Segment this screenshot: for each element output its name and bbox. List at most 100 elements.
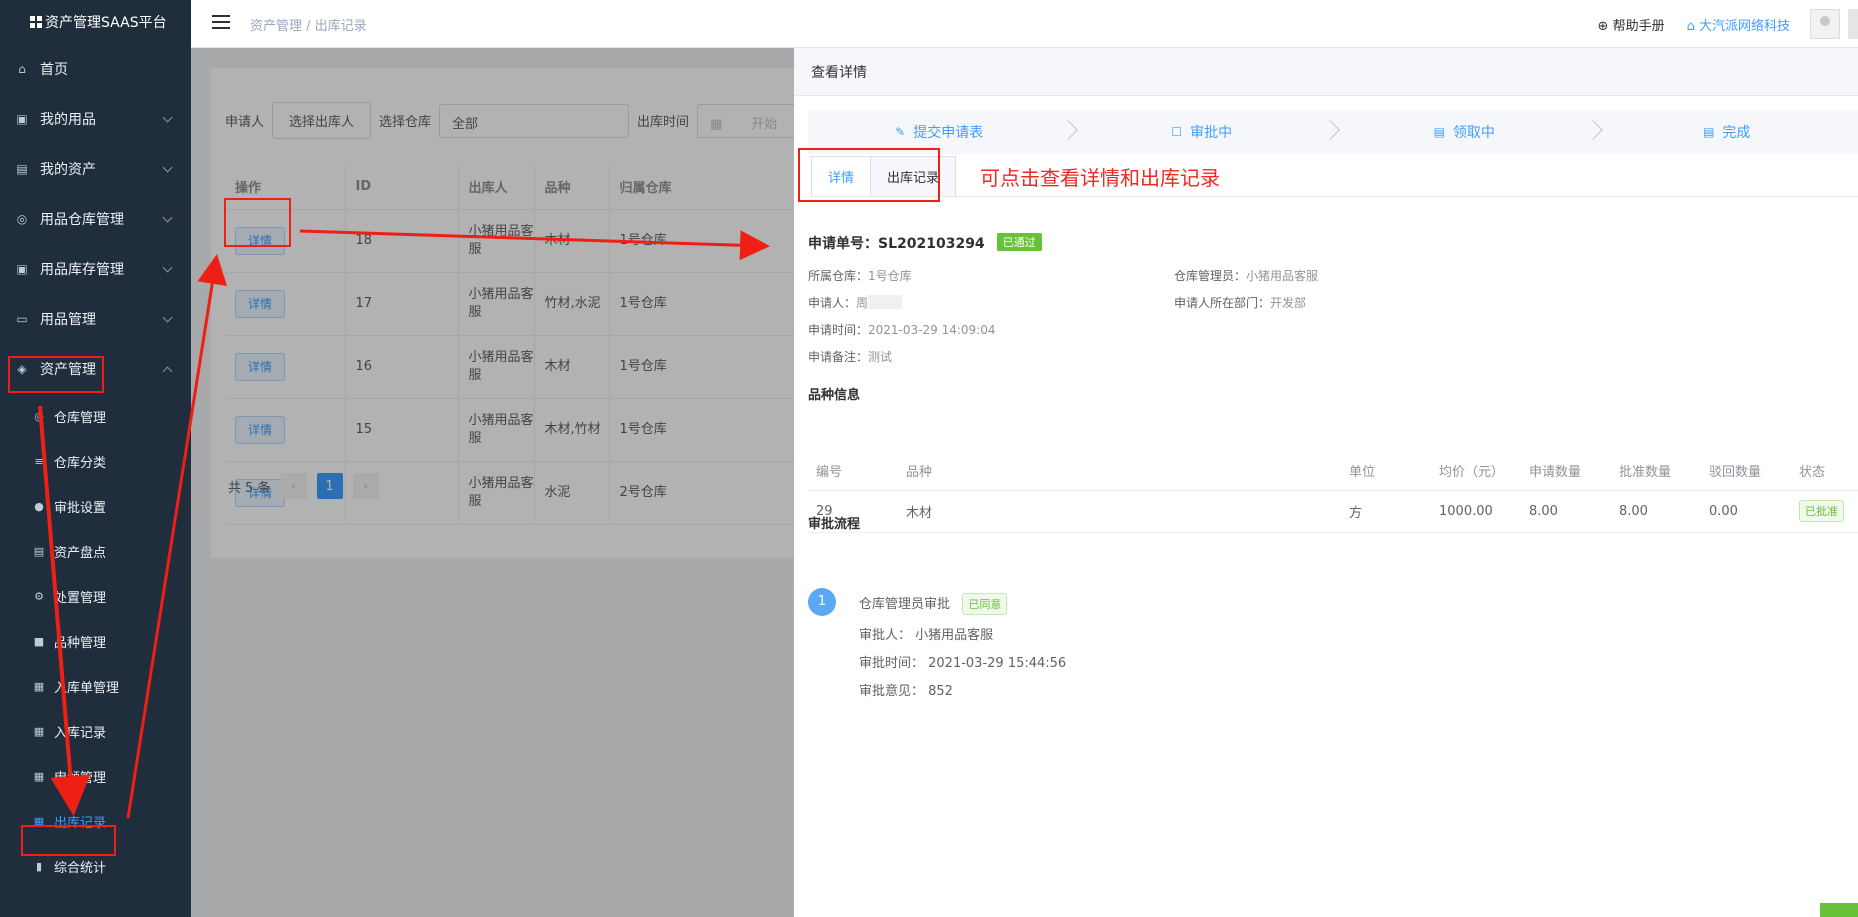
- company-label: 大汽派网络科技: [1698, 18, 1790, 34]
- cell-unit: 方: [1341, 490, 1431, 533]
- sidebar-item-label: 入库单管理: [54, 681, 120, 696]
- lock-icon: ■: [33, 635, 45, 648]
- field-dept: 申请人所在部门：开发部: [1174, 294, 1306, 311]
- flow-step-number: 1: [808, 588, 836, 616]
- flow-section-title: 审批流程: [808, 517, 861, 532]
- kind-section-title: 品种信息: [808, 388, 861, 403]
- box-icon: ▭: [16, 312, 28, 326]
- sidebar-item-label: 首页: [40, 62, 68, 78]
- step-done: ▤ 完成: [1596, 110, 1858, 154]
- bar-chart-icon: ▮: [35, 860, 43, 873]
- sidebar-item-label: 品种管理: [54, 636, 107, 651]
- field-label: 所属仓库：: [808, 269, 869, 283]
- field-manager: 仓库管理员：小猪用品客服: [1174, 267, 1318, 284]
- flow-approver: 审批人： 小猪用品客服: [859, 628, 994, 643]
- user-menu[interactable]: [1848, 9, 1858, 39]
- sidebar-subitem-warehouse[interactable]: ◎ 仓库管理: [0, 394, 191, 439]
- sidebar-subitem-claim[interactable]: ▦ 申领管理: [0, 754, 191, 799]
- column-header: 单位: [1341, 452, 1431, 491]
- avatar[interactable]: [1810, 9, 1840, 39]
- field-value: 小猪用品客服: [1246, 269, 1319, 283]
- page: 资产管理SAAS平台 ⌂ 首页 ▣ 我的用品 ▤ 我的资产 ◎ 用品仓库管理 ▣ 用品库存…: [0, 0, 1858, 917]
- annotation-box-asset-menu: [8, 356, 104, 393]
- building-icon: ▤: [16, 162, 28, 176]
- cell-price: 1000.00: [1431, 490, 1521, 533]
- sidebar-item-my-assets[interactable]: ▤ 我的资产: [0, 144, 191, 194]
- sidebar-subitem-disposal[interactable]: ⚙ 处置管理: [0, 574, 191, 619]
- database-icon: ◎: [16, 212, 28, 226]
- flow-name: 仓库管理员审批: [859, 597, 951, 612]
- order-value: SL202103294: [878, 236, 985, 252]
- order-label: 申请单号：: [808, 236, 878, 252]
- field-label: 申请时间：: [808, 323, 869, 337]
- gear-icon: ⚙: [34, 590, 44, 603]
- modal-overlay[interactable]: [191, 48, 794, 917]
- sidebar-item-label: 仓库分类: [54, 456, 107, 471]
- clipboard-icon: ▦: [33, 770, 45, 783]
- sidebar-subitem-inventory-check[interactable]: ▤ 资产盘点: [0, 529, 191, 574]
- sidebar-item-label: 我的资产: [40, 162, 96, 178]
- flow-time: 审批时间： 2021-03-29 15:44:56: [859, 656, 1067, 671]
- sidebar-item-my-supplies[interactable]: ▣ 我的用品: [0, 94, 191, 144]
- drawer-title: 查看详情: [794, 48, 1858, 96]
- sidebar-item-label: 入库记录: [54, 726, 107, 741]
- grid-icon: [30, 16, 42, 28]
- field-value: 开发部: [1270, 296, 1307, 310]
- cell-kind: 木材: [898, 490, 1341, 533]
- sidebar-item-label: 用品库存管理: [40, 262, 124, 278]
- sidebar-item-label: 申领管理: [54, 771, 107, 786]
- hamburger-icon[interactable]: [212, 15, 230, 29]
- bag-icon: ▣: [16, 262, 28, 276]
- step-label: 领取中: [1452, 125, 1495, 141]
- help-label: 帮助手册: [1612, 18, 1665, 34]
- step-approving: ☐ 审批中: [1071, 110, 1340, 154]
- column-header: 编号: [808, 452, 898, 491]
- app-logo[interactable]: 资产管理SAAS平台: [0, 0, 191, 44]
- clipboard-check-icon: ▦: [33, 680, 45, 693]
- company-link[interactable]: ⌂ 大汽派网络科技: [1687, 15, 1790, 34]
- cell-rejected: 0.00: [1701, 490, 1791, 533]
- field-label: 仓库管理员：: [1174, 269, 1247, 283]
- sidebar-item-label: 用品管理: [40, 312, 96, 328]
- order-number: 申请单号：SL202103294 已通过: [808, 233, 1042, 253]
- step-label: 提交申请表: [913, 125, 984, 141]
- flow-opinion: 审批意见： 852: [859, 684, 953, 699]
- cell-approved: 8.00: [1611, 490, 1701, 533]
- sidebar-subitem-inbound-order[interactable]: ▦ 入库单管理: [0, 664, 191, 709]
- cell-status: 已批准: [1791, 490, 1858, 533]
- status-badge: 已通过: [996, 233, 1042, 251]
- field-value: 测试: [868, 350, 893, 364]
- plus-circle-icon: ⊕: [1597, 18, 1609, 34]
- sidebar: 资产管理SAAS平台 ⌂ 首页 ▣ 我的用品 ▤ 我的资产 ◎ 用品仓库管理 ▣ 用品库存…: [0, 0, 191, 917]
- breadcrumb: 资产管理 / 出库记录: [250, 19, 367, 34]
- field-label: 申请人所在部门：: [1174, 296, 1271, 310]
- sidebar-subitem-warehouse-category[interactable]: ≡ 仓库分类: [0, 439, 191, 484]
- field-warehouse: 所属仓库：1号仓库: [808, 267, 912, 284]
- sidebar-subitem-kind[interactable]: ■ 品种管理: [0, 619, 191, 664]
- sidebar-subitem-approval-settings[interactable]: ● 审批设置: [0, 484, 191, 529]
- sidebar-item-label: 我的用品: [40, 112, 96, 128]
- sidebar-item-label: 资产盘点: [54, 546, 107, 561]
- redacted-block: [868, 295, 903, 309]
- sidebar-item-supply-manage[interactable]: ▭ 用品管理: [0, 294, 191, 344]
- sidebar-item-label: 审批设置: [54, 501, 107, 516]
- field-label: 申请人：: [808, 296, 857, 310]
- sidebar-subitem-inbound-record[interactable]: ▦ 入库记录: [0, 709, 191, 754]
- document-icon: ▤: [33, 545, 45, 558]
- progress-steps: ✎ 提交申请表 ☐ 审批中 ▤ 领取中 ▤ 完成: [808, 110, 1858, 154]
- field-value: 1号仓库: [868, 269, 912, 283]
- sidebar-item-home[interactable]: ⌂ 首页: [0, 44, 191, 94]
- status-tag: 已批准: [1799, 500, 1844, 522]
- corner-widget[interactable]: [1820, 903, 1858, 917]
- help-link[interactable]: ⊕ 帮助手册: [1598, 15, 1665, 34]
- column-header: 状态: [1791, 452, 1858, 491]
- sidebar-item-supply-warehouse[interactable]: ◎ 用品仓库管理: [0, 194, 191, 244]
- field-label: 申请备注：: [808, 350, 869, 364]
- sidebar-item-supply-stock[interactable]: ▣ 用品库存管理: [0, 244, 191, 294]
- header-right: ⊕ 帮助手册 ⌂ 大汽派网络科技: [1598, 0, 1858, 48]
- column-header: 申请数量: [1521, 452, 1611, 491]
- table-row: 29 木材 方 1000.00 8.00 8.00 0.00 已批准: [808, 490, 1858, 533]
- chevron-down-icon: [162, 212, 173, 223]
- edit-icon: ✎: [895, 125, 906, 139]
- detail-drawer: 查看详情 ✎ 提交申请表 ☐ 审批中 ▤ 领取中 ▤ 完成 详情 出库记录 可点击查看详…: [794, 48, 1858, 917]
